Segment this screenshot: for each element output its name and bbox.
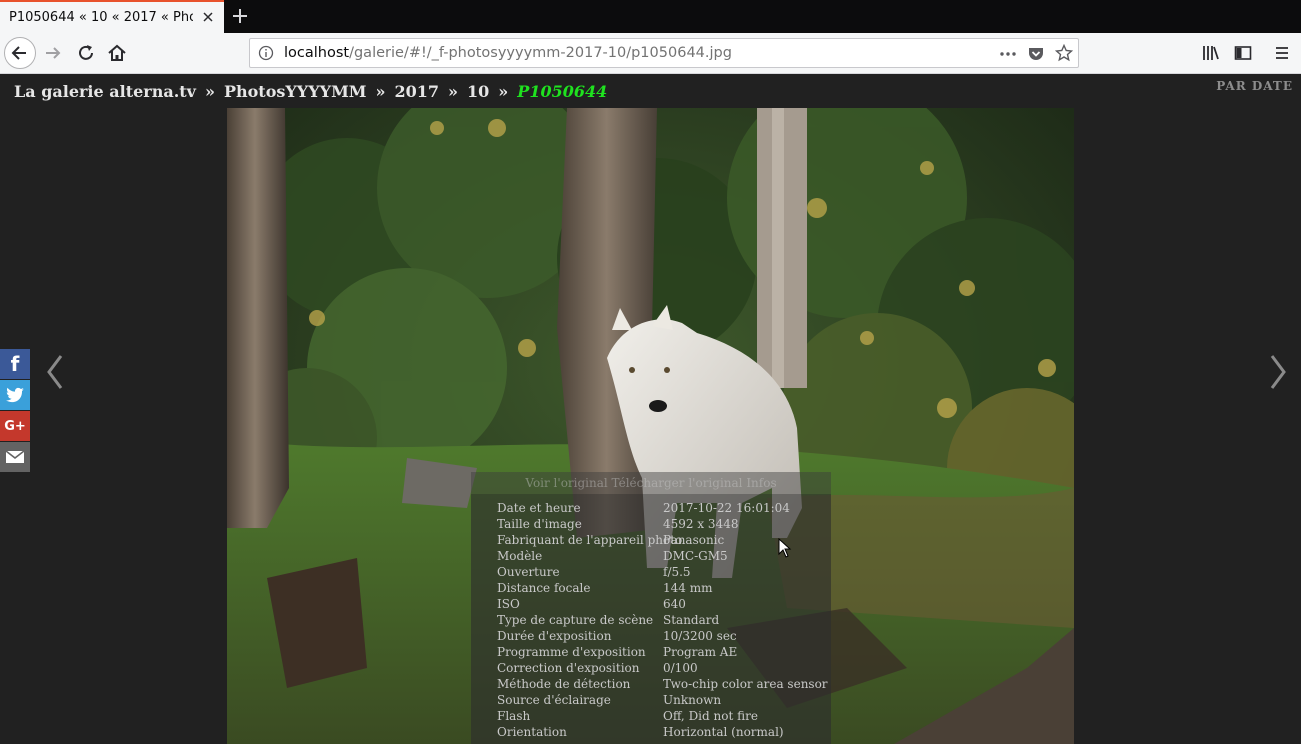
photo-actions-bar[interactable]: Voir l'original Télécharger l'original I… bbox=[471, 472, 831, 494]
exif-value: DMC-GM5 bbox=[663, 549, 728, 563]
exif-key: Flash bbox=[497, 709, 531, 723]
previous-arrow-icon[interactable] bbox=[43, 352, 67, 392]
exif-value: 10/3200 sec bbox=[663, 629, 737, 643]
close-icon[interactable] bbox=[200, 9, 216, 25]
breadcrumb-separator: » bbox=[448, 82, 459, 101]
info-icon[interactable] bbox=[258, 45, 274, 61]
exif-key: Distance focale bbox=[497, 581, 591, 595]
breadcrumb: La galerie alterna.tv » PhotosYYYYMM » 2017 »… bbox=[14, 82, 607, 101]
address-bar[interactable]: localhost/galerie/#!/_f-photosyyyymm-201… bbox=[249, 38, 1079, 68]
exif-value: Two-chip color area sensor bbox=[663, 677, 828, 691]
arrow-right-icon[interactable] bbox=[42, 42, 64, 64]
exif-value: 2017-10-22 16:01:04 bbox=[663, 501, 790, 515]
exif-key: Source d'éclairage bbox=[497, 693, 611, 707]
share-email-button[interactable] bbox=[0, 442, 30, 472]
exif-value: 0/100 bbox=[663, 661, 698, 675]
exif-row: Source d'éclairage Unknown bbox=[497, 692, 721, 708]
exif-key: Fabriquant de l'appareil photo bbox=[497, 533, 683, 547]
share-twitter-button[interactable] bbox=[0, 380, 30, 410]
pocket-icon[interactable] bbox=[1027, 45, 1045, 63]
sidebar-icon[interactable] bbox=[1233, 43, 1253, 63]
exif-row: Modèle DMC-GM5 bbox=[497, 548, 728, 564]
hamburger-icon[interactable] bbox=[1272, 43, 1292, 63]
sort-by-date-link[interactable]: PAR DATE bbox=[1216, 79, 1293, 93]
googleplus-icon: G+ bbox=[4, 418, 26, 434]
tab-strip: P1050644 « 10 « 2017 « Phot bbox=[0, 0, 1301, 33]
exif-row: Programme d'exposition Program AE bbox=[497, 644, 737, 660]
exif-value: Program AE bbox=[663, 645, 738, 659]
mouse-cursor-icon bbox=[778, 538, 792, 558]
breadcrumb-separator: » bbox=[498, 82, 509, 101]
home-icon[interactable] bbox=[106, 42, 128, 64]
exif-value: Off, Did not fire bbox=[663, 709, 758, 723]
url-text: localhost/galerie/#!/_f-photosyyyymm-201… bbox=[284, 45, 732, 61]
arrow-left-icon bbox=[11, 46, 26, 60]
new-tab-icon[interactable] bbox=[230, 6, 250, 26]
exif-row: Méthode de détection Two-chip color area … bbox=[497, 676, 828, 692]
exif-row: Taille d'image 4592 x 3448 bbox=[497, 516, 738, 532]
breadcrumb-separator: » bbox=[204, 82, 215, 101]
breadcrumb-year[interactable]: 2017 bbox=[394, 82, 439, 101]
breadcrumb-home[interactable]: La galerie alterna.tv bbox=[14, 82, 196, 101]
exif-row: Date et heure 2017-10-22 16:01:04 bbox=[497, 500, 790, 516]
gallery-page: La galerie alterna.tv » PhotosYYYYMM » 2017 »… bbox=[0, 74, 1301, 744]
breadcrumb-separator: » bbox=[375, 82, 386, 101]
exif-value: 640 bbox=[663, 597, 686, 611]
exif-key: Taille d'image bbox=[497, 517, 582, 531]
breadcrumb-month[interactable]: 10 bbox=[467, 82, 489, 101]
share-facebook-button[interactable]: f bbox=[0, 349, 30, 379]
tab-active[interactable]: P1050644 « 10 « 2017 « Phot bbox=[0, 0, 224, 33]
exif-value: Panasonic bbox=[663, 533, 725, 547]
library-icon[interactable] bbox=[1201, 43, 1221, 63]
facebook-icon: f bbox=[10, 352, 20, 376]
exif-key: Correction d'exposition bbox=[497, 661, 640, 675]
star-icon[interactable] bbox=[1055, 44, 1073, 62]
exif-row: Durée d'exposition 10/3200 sec bbox=[497, 628, 737, 644]
exif-value: f/5.5 bbox=[663, 565, 691, 579]
exif-row: Orientation Horizontal (normal) bbox=[497, 724, 784, 740]
reload-icon[interactable] bbox=[75, 42, 97, 64]
breadcrumb-current: P1050644 bbox=[517, 82, 608, 101]
exif-row: Ouverture f/5.5 bbox=[497, 564, 691, 580]
navigation-toolbar: localhost/galerie/#!/_f-photosyyyymm-201… bbox=[0, 33, 1301, 74]
twitter-icon bbox=[6, 387, 24, 403]
exif-value: Unknown bbox=[663, 693, 722, 707]
breadcrumb-album[interactable]: PhotosYYYYMM bbox=[224, 82, 367, 101]
exif-row: Fabriquant de l'appareil photoPanasonic bbox=[497, 532, 724, 548]
exif-key: Modèle bbox=[497, 549, 543, 563]
exif-row: Correction d'exposition 0/100 bbox=[497, 660, 698, 676]
exif-key: Type de capture de scène bbox=[497, 613, 654, 627]
exif-row: Distance focale 144 mm bbox=[497, 580, 712, 596]
envelope-icon bbox=[5, 450, 25, 463]
exif-value: 4592 x 3448 bbox=[663, 517, 739, 531]
url-host: localhost bbox=[284, 45, 350, 61]
more-icon[interactable] bbox=[999, 45, 1017, 63]
url-path: /galerie/#!/_f-photosyyyymm-2017-10/p105… bbox=[349, 45, 732, 61]
exif-row: ISO 640 bbox=[497, 596, 686, 612]
exif-value: Horizontal (normal) bbox=[663, 725, 784, 739]
exif-row: Flash Off, Did not fire bbox=[497, 708, 758, 724]
exif-info-panel: Voir l'original Télécharger l'original I… bbox=[471, 472, 831, 744]
exif-key: ISO bbox=[497, 597, 520, 611]
next-arrow-icon[interactable] bbox=[1266, 352, 1290, 392]
share-googleplus-button[interactable]: G+ bbox=[0, 411, 30, 441]
exif-key: Durée d'exposition bbox=[497, 629, 612, 643]
exif-key: Orientation bbox=[497, 725, 567, 739]
exif-value: Standard bbox=[663, 613, 720, 627]
back-button[interactable] bbox=[4, 37, 36, 69]
exif-key: Méthode de détection bbox=[497, 677, 631, 691]
exif-key: Date et heure bbox=[497, 501, 581, 515]
exif-key: Programme d'exposition bbox=[497, 645, 646, 659]
exif-row: Type de capture de scène Standard bbox=[497, 612, 719, 628]
exif-value: 144 mm bbox=[663, 581, 713, 595]
exif-key: Ouverture bbox=[497, 565, 560, 579]
tab-title: P1050644 « 10 « 2017 « Phot bbox=[9, 10, 193, 25]
